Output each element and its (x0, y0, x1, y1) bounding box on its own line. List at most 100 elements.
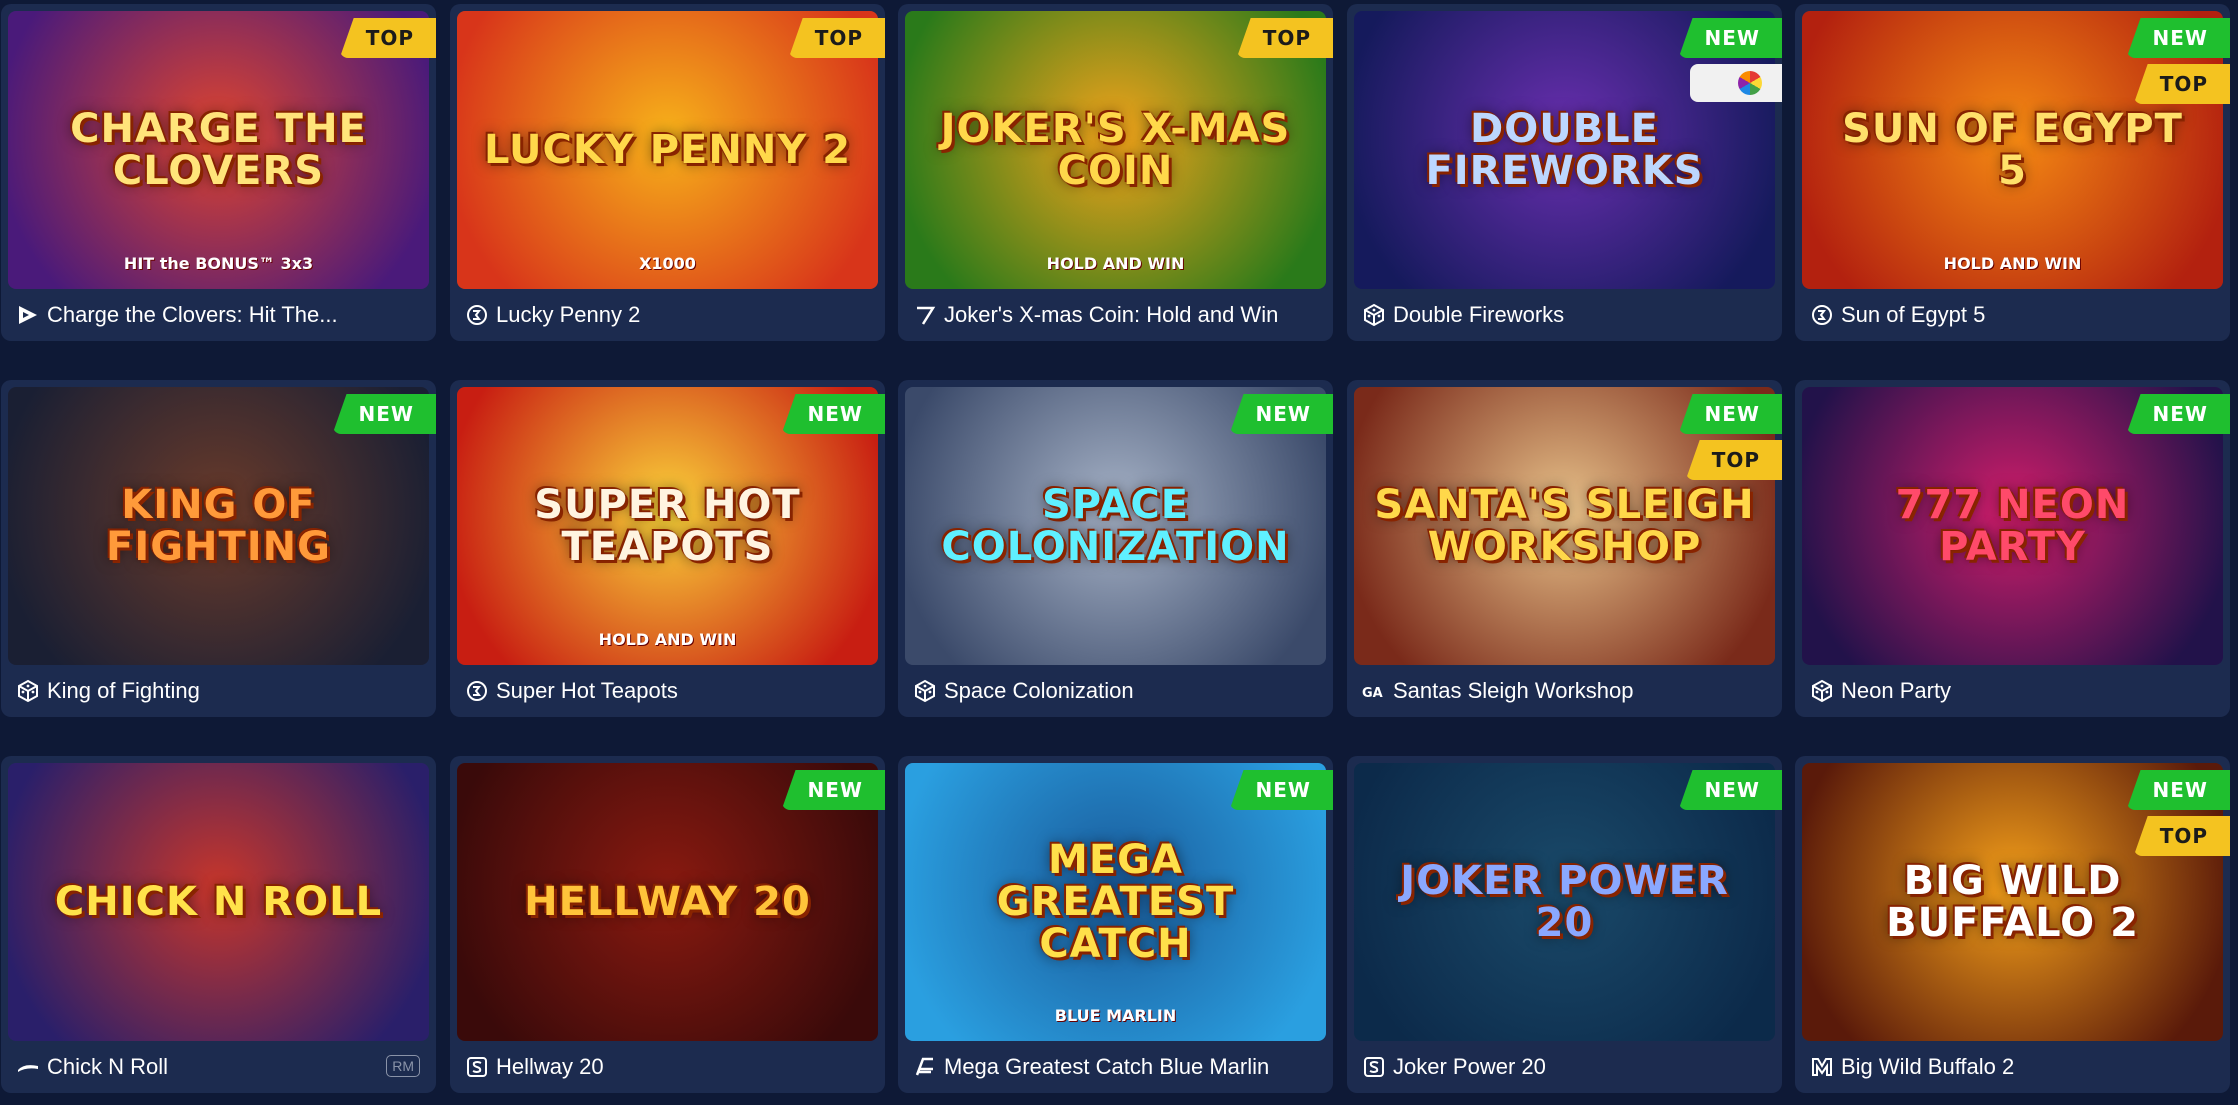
game-art-title: CHICK N ROLL (54, 879, 383, 925)
feature-chip (1690, 64, 1782, 102)
top-badge: TOP (2133, 816, 2230, 856)
new-badge: NEW (1229, 394, 1333, 434)
new-badge: NEW (2126, 18, 2230, 58)
game-footer: Charge the Clovers: Hit The... (1, 289, 436, 341)
game-art-subtitle: HIT the BONUS™ 3x3 (123, 254, 314, 273)
game-card[interactable]: BIG WILD BUFFALO 2 NEW TOP Big Wild Buffalo… (1795, 756, 2230, 1093)
game-footer: Chick N Roll RM (1, 1041, 436, 1093)
top-badge: TOP (339, 18, 436, 58)
3oaks-icon (464, 678, 490, 704)
game-name: Lucky Penny 2 (496, 302, 641, 327)
top-badge: TOP (1236, 18, 1333, 58)
wheel-icon (1738, 71, 1762, 95)
new-badge: NEW (1678, 770, 1782, 810)
new-badge: NEW (2126, 394, 2230, 434)
game-footer: Big Wild Buffalo 2 (1795, 1041, 2230, 1093)
game-name: Super Hot Teapots (496, 678, 678, 703)
game-name: Neon Party (1841, 678, 1952, 703)
game-card[interactable]: MEGA GREATEST CATCH BLUE MARLIN NEW Mega Gr… (898, 756, 1333, 1093)
game-name: Santas Sleigh Workshop (1393, 678, 1634, 703)
game-art-title: JOKER POWER 20 (1400, 858, 1729, 946)
game-footer: Sun of Egypt 5 (1795, 289, 2230, 341)
game-art-subtitle: X1000 (639, 254, 696, 273)
game-footer: Super Hot Teapots (450, 665, 885, 717)
new-badge: NEW (332, 394, 436, 434)
game-name: Mega Greatest Catch Blue Marlin (944, 1054, 1270, 1079)
game-footer: Hellway 20 (450, 1041, 885, 1093)
3oaks-icon (1809, 302, 1835, 328)
svg-text:GA: GA (1362, 686, 1383, 701)
top-badge: TOP (788, 18, 885, 58)
3oaks-icon (464, 302, 490, 328)
top-badge: TOP (2133, 64, 2230, 104)
new-badge: NEW (2126, 770, 2230, 810)
game-name: King of Fighting (47, 678, 200, 703)
game-name: Charge the Clovers: Hit The... (47, 302, 338, 327)
stripes-icon (912, 1054, 938, 1080)
game-art-title: SUN OF EGYPT 5 (1842, 106, 2183, 194)
game-art-title: CHARGE THE CLOVERS (70, 106, 367, 194)
game-name: Big Wild Buffalo 2 (1841, 1054, 2015, 1079)
game-name: Space Colonization (944, 678, 1134, 703)
game-art-subtitle: BLUE MARLIN (1054, 1006, 1177, 1025)
game-footer: Joker's X-mas Coin: Hold and Win (898, 289, 1333, 341)
game-card[interactable]: CHICK N ROLL Chick N Roll RM (1, 756, 436, 1093)
top-badge: TOP (1685, 440, 1782, 480)
rm-tag: RM (386, 1055, 420, 1077)
game-card[interactable]: DOUBLE FIREWORKS NEW Double Fireworks (1347, 4, 1782, 341)
game-card[interactable]: SANTA'S SLEIGH WORKSHOP NEW TOP GA Santas Sl… (1347, 380, 1782, 717)
game-art-title: JOKER'S X-MAS COIN (940, 106, 1291, 194)
games-grid: CHARGE THE CLOVERS HIT the BONUS™ 3x3 TOP C… (0, 0, 2238, 1105)
game-thumbnail[interactable]: CHICK N ROLL (8, 763, 429, 1041)
game-art-title: SANTA'S SLEIGH WORKSHOP (1374, 482, 1755, 570)
game-footer: Lucky Penny 2 (450, 289, 885, 341)
game-art-title: DOUBLE FIREWORKS (1425, 106, 1704, 194)
game-art-title: LUCKY PENNY 2 (483, 127, 852, 173)
seven-icon (912, 302, 938, 328)
game-card[interactable]: SPACE COLONIZATION NEW Space Colonization (898, 380, 1333, 717)
game-name: Double Fireworks (1393, 302, 1565, 327)
game-card[interactable]: SUPER HOT TEAPOTS HOLD AND WIN NEW Super Ho… (450, 380, 885, 717)
game-name: Joker's X-mas Coin: Hold and Win (944, 302, 1279, 327)
new-badge: NEW (781, 770, 885, 810)
game-art-title: HELLWAY 20 (524, 879, 811, 925)
game-card[interactable]: KING OF FIGHTING NEW King of Fighting (1, 380, 436, 717)
game-card[interactable]: JOKER'S X-MAS COIN HOLD AND WIN TOP Joker's… (898, 4, 1333, 341)
s-icon (1361, 1054, 1387, 1080)
game-card[interactable]: LUCKY PENNY 2 X1000 TOP Lucky Penny 2 (450, 4, 885, 341)
dice-icon (15, 678, 41, 704)
new-badge: NEW (781, 394, 885, 434)
play-triangle-icon (15, 302, 41, 328)
game-card[interactable]: SUN OF EGYPT 5 HOLD AND WIN NEW TOP Sun of E… (1795, 4, 2230, 341)
game-art-subtitle: HOLD AND WIN (1046, 254, 1185, 273)
game-name: Joker Power 20 (1393, 1054, 1546, 1079)
new-badge: NEW (1678, 394, 1782, 434)
game-footer: Neon Party (1795, 665, 2230, 717)
game-footer: Mega Greatest Catch Blue Marlin (898, 1041, 1333, 1093)
game-card[interactable]: CHARGE THE CLOVERS HIT the BONUS™ 3x3 TOP C… (1, 4, 436, 341)
m-icon (1809, 1054, 1835, 1080)
game-art-title: 777 NEON PARTY (1895, 482, 2130, 570)
game-art-title: SUPER HOT TEAPOTS (534, 482, 801, 570)
game-card[interactable]: 777 NEON PARTY NEW Neon Party (1795, 380, 2230, 717)
dice-icon (1361, 302, 1387, 328)
dice-icon (912, 678, 938, 704)
game-art-subtitle: HOLD AND WIN (598, 630, 737, 649)
game-card[interactable]: HELLWAY 20 NEW Hellway 20 (450, 756, 885, 1093)
game-art-title: SPACE COLONIZATION (941, 482, 1290, 570)
new-badge: NEW (1678, 18, 1782, 58)
game-art-title: BIG WILD BUFFALO 2 (1886, 858, 2139, 946)
dice-icon (1809, 678, 1835, 704)
game-name: Hellway 20 (496, 1054, 604, 1079)
ga-icon: GA (1361, 678, 1387, 704)
game-footer: Joker Power 20 (1347, 1041, 1782, 1093)
s-icon (464, 1054, 490, 1080)
game-card[interactable]: JOKER POWER 20 NEW Joker Power 20 (1347, 756, 1782, 1093)
game-footer: King of Fighting (1, 665, 436, 717)
game-name: Chick N Roll (47, 1054, 169, 1079)
game-name: Sun of Egypt 5 (1841, 302, 1986, 327)
game-art-title: KING OF FIGHTING (106, 482, 331, 570)
game-art-subtitle: HOLD AND WIN (1943, 254, 2082, 273)
wave-icon (15, 1054, 41, 1080)
game-footer: Double Fireworks (1347, 289, 1782, 341)
